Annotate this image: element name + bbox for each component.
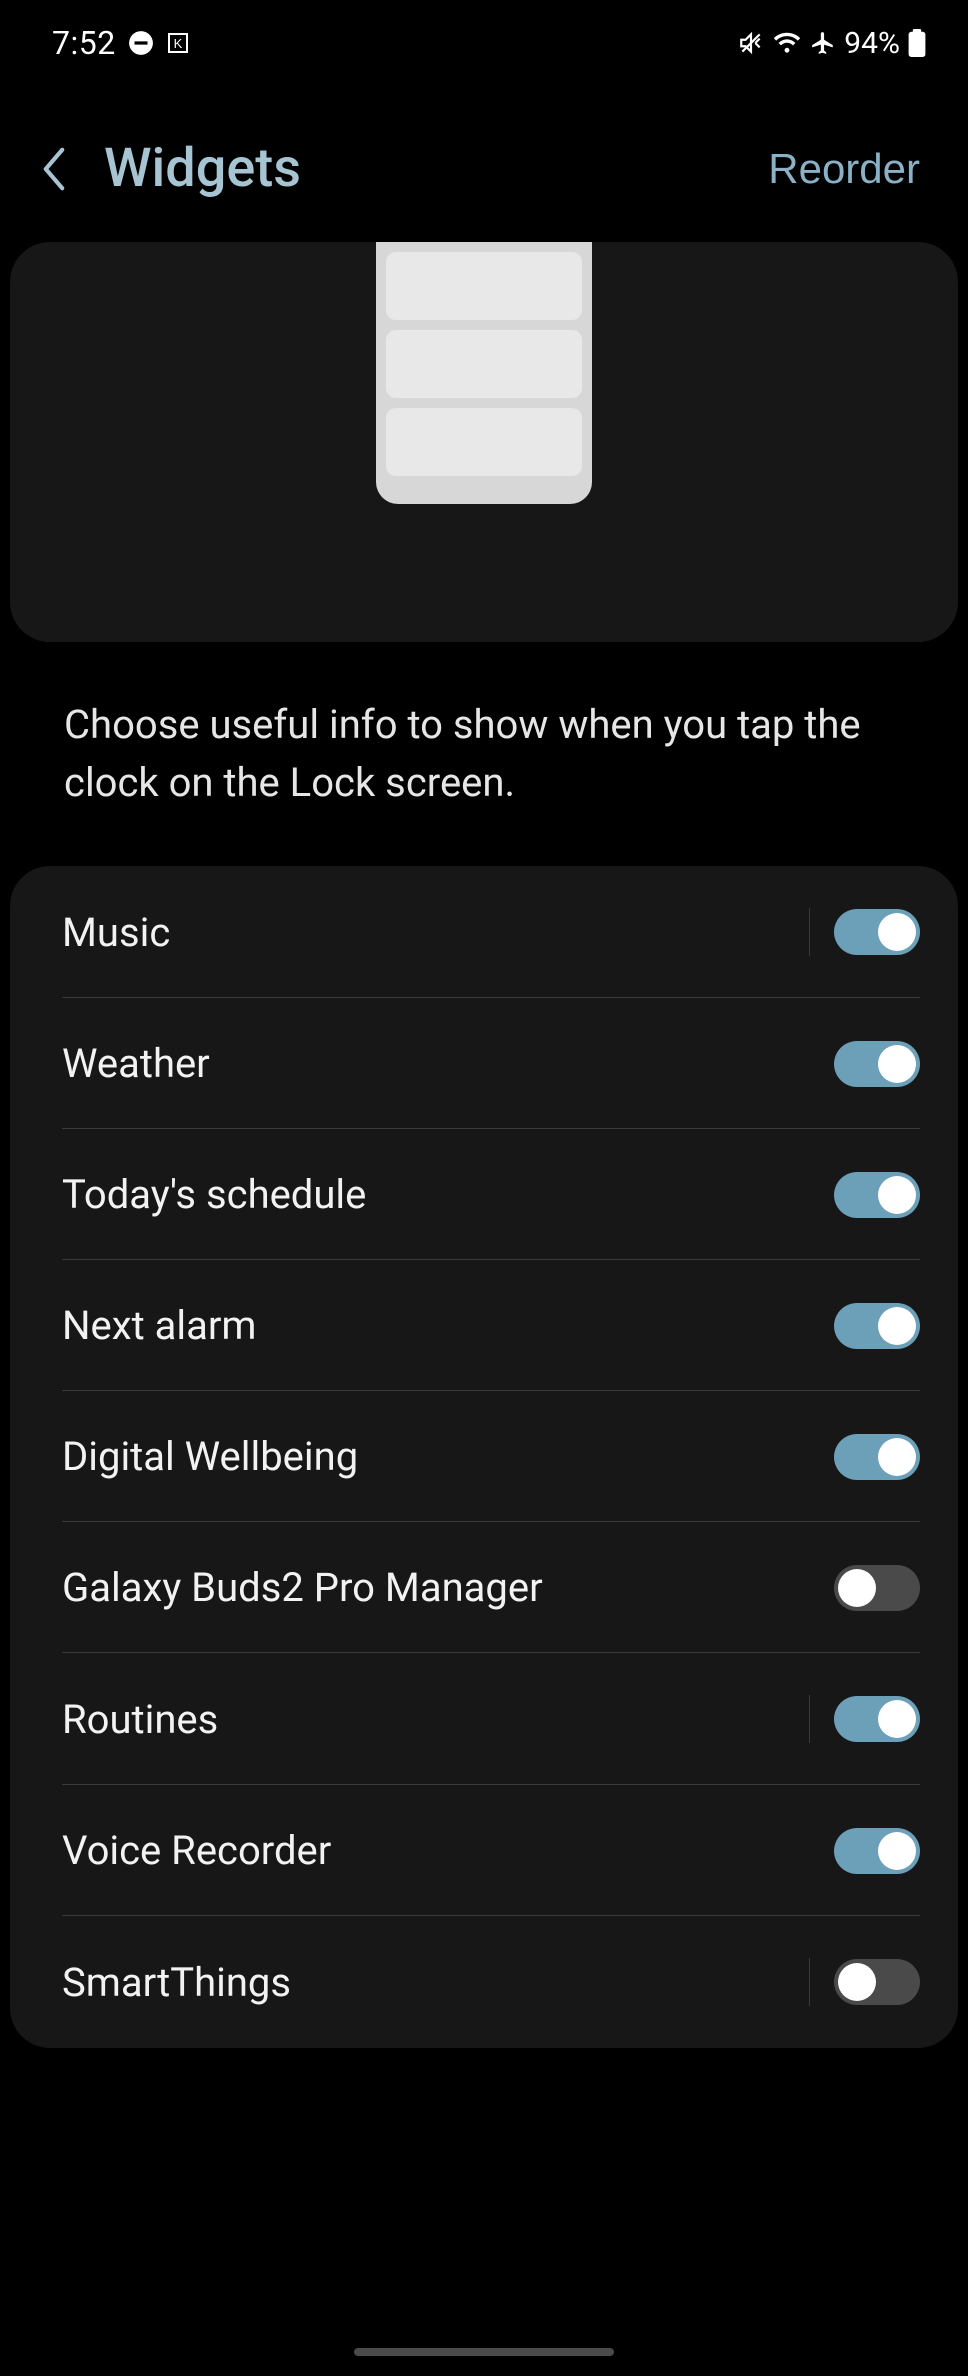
widget-label: Digital Wellbeing [62, 1433, 358, 1480]
widget-row-right [809, 1695, 920, 1743]
widget-row-right [834, 1565, 920, 1611]
widget-label: Weather [62, 1040, 210, 1087]
toggle-knob [838, 1963, 876, 2001]
toggle-knob [878, 1045, 916, 1083]
widget-row-right [809, 1958, 920, 2006]
toggle-knob [878, 1832, 916, 1870]
status-time: 7:52 [52, 24, 116, 62]
dnd-icon [128, 30, 154, 56]
widget-toggle[interactable] [834, 1959, 920, 2005]
preview-widget-row [386, 330, 582, 398]
chevron-left-icon [40, 147, 68, 191]
row-divider [809, 1958, 810, 2006]
status-left: 7:52 K [52, 24, 190, 62]
page-title: Widgets [104, 137, 301, 200]
battery-percent: 94% [844, 26, 900, 61]
widget-preview-card [10, 242, 958, 642]
widget-toggle[interactable] [834, 1565, 920, 1611]
widget-row[interactable]: SmartThings [10, 1916, 958, 2048]
preview-widget-row [386, 408, 582, 476]
header-left: Widgets [34, 137, 301, 200]
description-text: Choose useful info to show when you tap … [0, 642, 968, 866]
widget-row-right [834, 1041, 920, 1087]
widget-toggle[interactable] [834, 1172, 920, 1218]
widget-row-right [834, 1434, 920, 1480]
widget-label: Voice Recorder [62, 1827, 331, 1874]
widget-row[interactable]: Routines [10, 1653, 958, 1785]
widget-row-right [809, 908, 920, 956]
toggle-knob [838, 1569, 876, 1607]
widget-label: SmartThings [62, 1959, 291, 2006]
widget-row-right [834, 1172, 920, 1218]
app-badge-icon: K [166, 31, 190, 55]
widget-row[interactable]: Digital Wellbeing [10, 1391, 958, 1522]
nav-indicator [354, 2348, 614, 2356]
widget-label: Next alarm [62, 1302, 256, 1349]
row-divider [809, 908, 810, 956]
toggle-knob [878, 1700, 916, 1738]
widget-toggle[interactable] [834, 1434, 920, 1480]
wifi-icon [772, 31, 802, 55]
widget-toggle[interactable] [834, 909, 920, 955]
page-header: Widgets Reorder [0, 72, 968, 230]
status-right: 94% [738, 26, 926, 61]
back-button[interactable] [34, 149, 74, 189]
widget-label: Today's schedule [62, 1171, 366, 1218]
preview-phone-frame [376, 242, 592, 504]
widget-toggle[interactable] [834, 1303, 920, 1349]
reorder-button[interactable]: Reorder [768, 145, 920, 193]
status-bar: 7:52 K 94% [0, 0, 968, 72]
widget-toggle[interactable] [834, 1041, 920, 1087]
toggle-knob [878, 913, 916, 951]
mute-icon [738, 30, 764, 56]
widget-label: Routines [62, 1696, 218, 1743]
widget-row-right [834, 1303, 920, 1349]
widget-row[interactable]: Music [10, 866, 958, 998]
widget-row[interactable]: Voice Recorder [10, 1785, 958, 1916]
widget-list: Music Weather Today's schedule Next alarm Di… [10, 866, 958, 2048]
toggle-knob [878, 1438, 916, 1476]
widget-row-right [834, 1828, 920, 1874]
widget-row[interactable]: Galaxy Buds2 Pro Manager [10, 1522, 958, 1653]
preview-widget-row [386, 252, 582, 320]
widget-row[interactable]: Today's schedule [10, 1129, 958, 1260]
battery-icon [908, 29, 926, 57]
row-divider [809, 1695, 810, 1743]
widget-toggle[interactable] [834, 1828, 920, 1874]
toggle-knob [878, 1307, 916, 1345]
widget-row[interactable]: Weather [10, 998, 958, 1129]
airplane-icon [810, 30, 836, 56]
toggle-knob [878, 1176, 916, 1214]
widget-row[interactable]: Next alarm [10, 1260, 958, 1391]
widget-toggle[interactable] [834, 1696, 920, 1742]
svg-text:K: K [173, 36, 182, 51]
widget-label: Music [62, 909, 170, 956]
widget-label: Galaxy Buds2 Pro Manager [62, 1564, 543, 1611]
